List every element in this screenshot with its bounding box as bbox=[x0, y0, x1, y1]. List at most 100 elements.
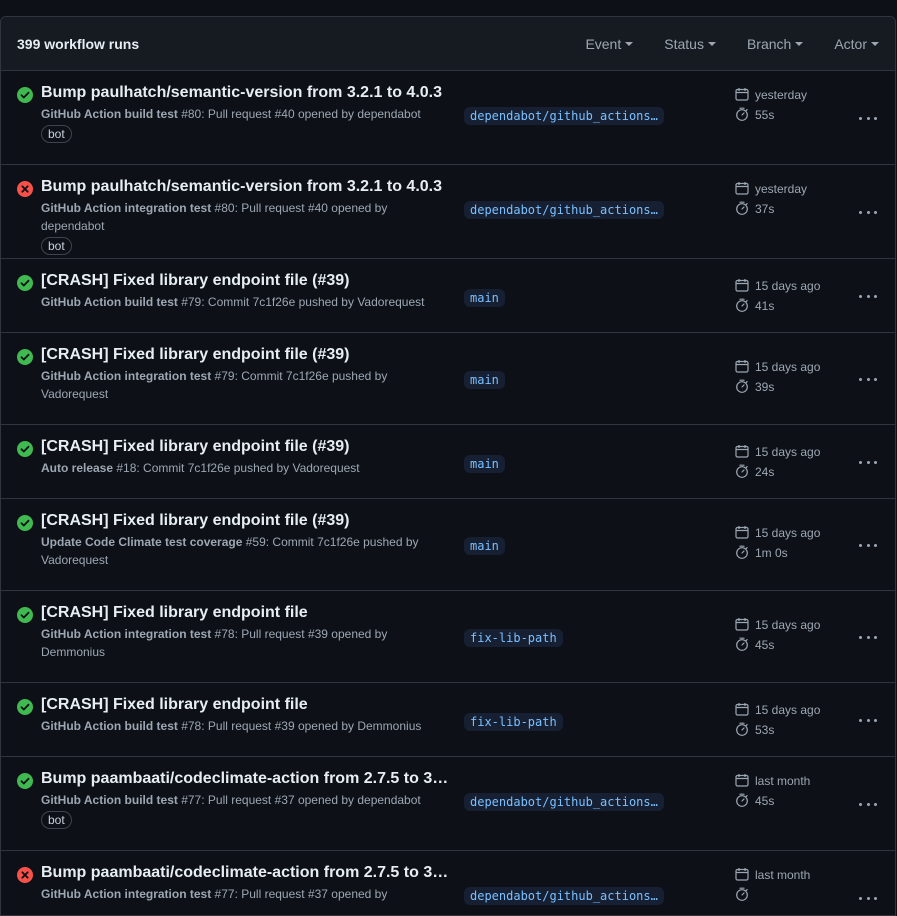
run-duration-text: 55s bbox=[755, 108, 775, 122]
workflow-run-row[interactable]: [CRASH] Fixed library endpoint file GitH… bbox=[1, 591, 895, 683]
run-duration: 39s bbox=[735, 377, 820, 397]
run-meta: GitHub Action integration test #78: Pull… bbox=[41, 625, 453, 661]
run-title-link[interactable]: Bump paambaati/codeclimate-action from 2… bbox=[41, 770, 453, 788]
workflow-run-row[interactable]: Bump paulhatch/semantic-version from 3.2… bbox=[1, 71, 895, 165]
workflow-name[interactable]: Update Code Climate test coverage bbox=[41, 535, 242, 549]
check-circle-fill-icon bbox=[17, 773, 33, 789]
branch-label[interactable]: dependabot/github_actions… bbox=[464, 107, 664, 125]
run-main: [CRASH] Fixed library endpoint file GitH… bbox=[41, 696, 453, 735]
run-title-link[interactable]: [CRASH] Fixed library endpoint file (#39… bbox=[41, 438, 453, 456]
workflow-name[interactable]: GitHub Action integration test bbox=[41, 369, 211, 383]
check-circle-fill-icon bbox=[17, 515, 33, 531]
kebab-menu-icon[interactable] bbox=[857, 110, 879, 126]
kebab-menu-icon[interactable] bbox=[857, 890, 879, 906]
run-info: 15 days ago 24s bbox=[735, 442, 820, 482]
run-duration-text: 41s bbox=[755, 299, 775, 313]
run-date-text: 15 days ago bbox=[755, 618, 821, 632]
run-date-text: yesterday bbox=[755, 88, 808, 102]
run-title-link[interactable]: [CRASH] Fixed library endpoint file (#39… bbox=[41, 346, 453, 364]
run-main: [CRASH] Fixed library endpoint file (#39… bbox=[41, 512, 453, 569]
workflow-run-row[interactable]: Bump paambaati/codeclimate-action from 2… bbox=[1, 757, 895, 851]
stopwatch-icon bbox=[735, 298, 755, 315]
run-title-link[interactable]: Bump paambaati/codeclimate-action from 2… bbox=[41, 864, 453, 882]
run-meta: GitHub Action integration test #79: Comm… bbox=[41, 367, 453, 403]
stopwatch-icon bbox=[735, 464, 755, 481]
run-info: 15 days ago 45s bbox=[735, 615, 820, 655]
event-filter-label: Event bbox=[585, 35, 622, 52]
run-title-link[interactable]: [CRASH] Fixed library endpoint file bbox=[41, 604, 453, 622]
bot-badge: bot bbox=[41, 811, 72, 829]
branch-label[interactable]: fix-lib-path bbox=[464, 629, 563, 647]
run-duration: 24s bbox=[735, 462, 820, 482]
run-main: [CRASH] Fixed library endpoint file (#39… bbox=[41, 438, 453, 477]
branch-label[interactable]: dependabot/github_actions… bbox=[464, 887, 664, 905]
kebab-menu-icon[interactable] bbox=[857, 796, 879, 812]
branch-label[interactable]: dependabot/github_actions… bbox=[464, 201, 664, 219]
run-title-link[interactable]: [CRASH] Fixed library endpoint file (#39… bbox=[41, 272, 453, 290]
calendar-icon bbox=[735, 87, 755, 104]
kebab-menu-icon[interactable] bbox=[857, 454, 879, 470]
run-title-link[interactable]: [CRASH] Fixed library endpoint file bbox=[41, 696, 453, 714]
actor-filter[interactable]: Actor bbox=[834, 36, 879, 52]
calendar-icon bbox=[735, 867, 755, 884]
run-date: 15 days ago bbox=[735, 357, 820, 377]
workflow-name[interactable]: GitHub Action integration test bbox=[41, 627, 211, 641]
kebab-menu-icon[interactable] bbox=[857, 629, 879, 645]
workflow-run-row[interactable]: Bump paulhatch/semantic-version from 3.2… bbox=[1, 165, 895, 259]
check-circle-fill-icon bbox=[17, 87, 33, 103]
workflow-run-row[interactable]: Bump paambaati/codeclimate-action from 2… bbox=[1, 851, 895, 915]
workflow-run-row[interactable]: [CRASH] Fixed library endpoint file (#39… bbox=[1, 499, 895, 591]
run-title-link[interactable]: Bump paulhatch/semantic-version from 3.2… bbox=[41, 84, 453, 102]
caret-down-icon bbox=[871, 41, 879, 46]
workflow-run-row[interactable]: [CRASH] Fixed library endpoint file (#39… bbox=[1, 425, 895, 499]
workflow-name[interactable]: GitHub Action build test bbox=[41, 295, 178, 309]
branch-label[interactable]: main bbox=[464, 289, 505, 307]
run-duration: 41s bbox=[735, 296, 820, 316]
run-info: yesterday 37s bbox=[735, 179, 807, 219]
actor-filter-label: Actor bbox=[834, 35, 867, 52]
workflow-run-row[interactable]: [CRASH] Fixed library endpoint file GitH… bbox=[1, 683, 895, 757]
workflow-name[interactable]: GitHub Action integration test bbox=[41, 201, 211, 215]
runs-list: Bump paulhatch/semantic-version from 3.2… bbox=[1, 71, 895, 915]
workflow-name[interactable]: GitHub Action build test bbox=[41, 107, 178, 121]
check-circle-fill-icon bbox=[17, 607, 33, 623]
status-filter[interactable]: Status bbox=[664, 36, 716, 52]
check-circle-fill-icon bbox=[17, 441, 33, 457]
branch-filter-label: Branch bbox=[746, 35, 792, 52]
kebab-menu-icon[interactable] bbox=[857, 288, 879, 304]
caret-down-icon bbox=[625, 41, 634, 46]
run-main: Bump paulhatch/semantic-version from 3.2… bbox=[41, 84, 453, 143]
workflow-name[interactable]: GitHub Action build test bbox=[41, 719, 178, 733]
run-main: [CRASH] Fixed library endpoint file GitH… bbox=[41, 604, 453, 661]
run-info: yesterday 55s bbox=[735, 85, 807, 125]
workflow-name[interactable]: Auto release bbox=[41, 461, 113, 475]
workflow-name[interactable]: GitHub Action build test bbox=[41, 793, 178, 807]
run-detail: #77: Pull request #37 opened by bbox=[211, 887, 388, 901]
workflow-run-row[interactable]: [CRASH] Fixed library endpoint file (#39… bbox=[1, 333, 895, 425]
run-date: last month bbox=[735, 865, 810, 885]
workflow-name[interactable]: GitHub Action integration test bbox=[41, 887, 211, 901]
run-duration: 1m 0s bbox=[735, 543, 820, 563]
run-duration: 53s bbox=[735, 720, 820, 740]
run-title-link[interactable]: Bump paulhatch/semantic-version from 3.2… bbox=[41, 178, 453, 196]
run-detail: #80: Pull request #40 opened by dependab… bbox=[177, 107, 421, 121]
kebab-menu-icon[interactable] bbox=[857, 204, 879, 220]
branch-label[interactable]: main bbox=[464, 371, 505, 389]
branch-label[interactable]: main bbox=[464, 455, 505, 473]
kebab-menu-icon[interactable] bbox=[857, 712, 879, 728]
workflow-run-row[interactable]: [CRASH] Fixed library endpoint file (#39… bbox=[1, 259, 895, 333]
branch-label[interactable]: fix-lib-path bbox=[464, 713, 563, 731]
run-meta: Update Code Climate test coverage #59: C… bbox=[41, 533, 453, 569]
run-title-link[interactable]: [CRASH] Fixed library endpoint file (#39… bbox=[41, 512, 453, 530]
branch-filter[interactable]: Branch bbox=[746, 35, 804, 52]
kebab-menu-icon[interactable] bbox=[857, 371, 879, 387]
run-duration-text: 1m 0s bbox=[755, 546, 788, 560]
event-filter[interactable]: Event bbox=[585, 35, 634, 52]
branch-label[interactable]: main bbox=[464, 537, 505, 555]
run-date: 15 days ago bbox=[735, 700, 820, 720]
run-date: yesterday bbox=[735, 85, 807, 105]
run-detail: #78: Pull request #39 opened by Demmoniu… bbox=[177, 719, 422, 733]
stopwatch-icon bbox=[735, 637, 755, 654]
kebab-menu-icon[interactable] bbox=[857, 537, 879, 553]
branch-label[interactable]: dependabot/github_actions… bbox=[464, 793, 664, 811]
